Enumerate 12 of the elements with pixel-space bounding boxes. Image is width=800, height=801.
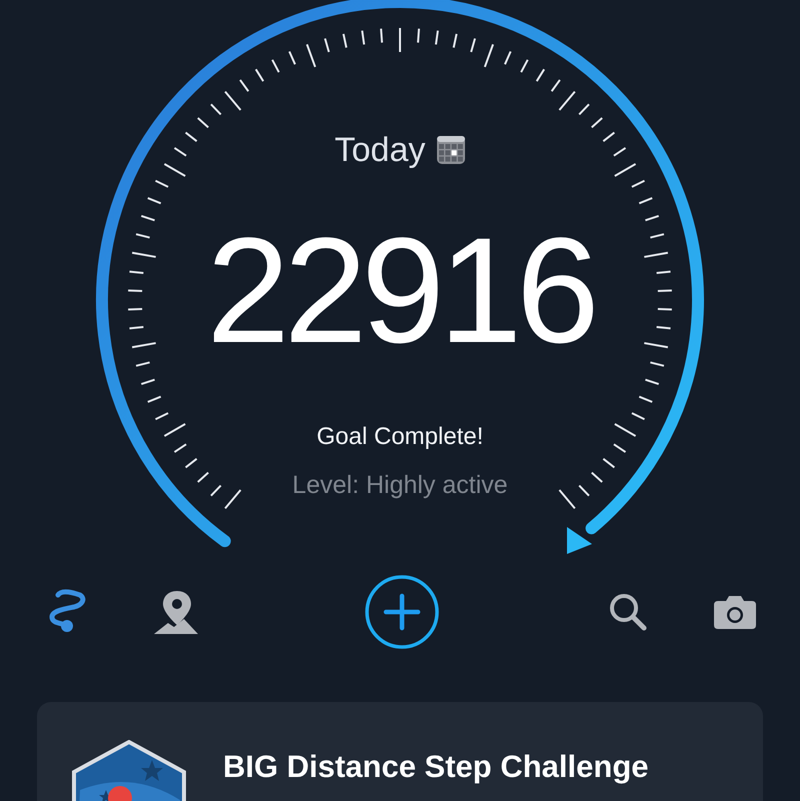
goal-status: Goal Complete! bbox=[316, 422, 484, 452]
add-button[interactable] bbox=[364, 574, 440, 650]
step-count: 22916 bbox=[206, 215, 594, 365]
search-icon[interactable] bbox=[608, 592, 648, 632]
challenge-card[interactable]: BIG Distance Step Challenge bbox=[37, 702, 763, 801]
calendar-icon[interactable] bbox=[437, 136, 466, 164]
challenge-title: BIG Distance Step Challenge bbox=[223, 748, 648, 786]
camera-icon[interactable] bbox=[714, 595, 756, 629]
date-label: Today bbox=[334, 130, 426, 171]
arrowhead-icon bbox=[567, 527, 592, 554]
activity-level: Level: Highly active bbox=[292, 470, 508, 501]
location-pin-icon[interactable] bbox=[154, 589, 200, 635]
